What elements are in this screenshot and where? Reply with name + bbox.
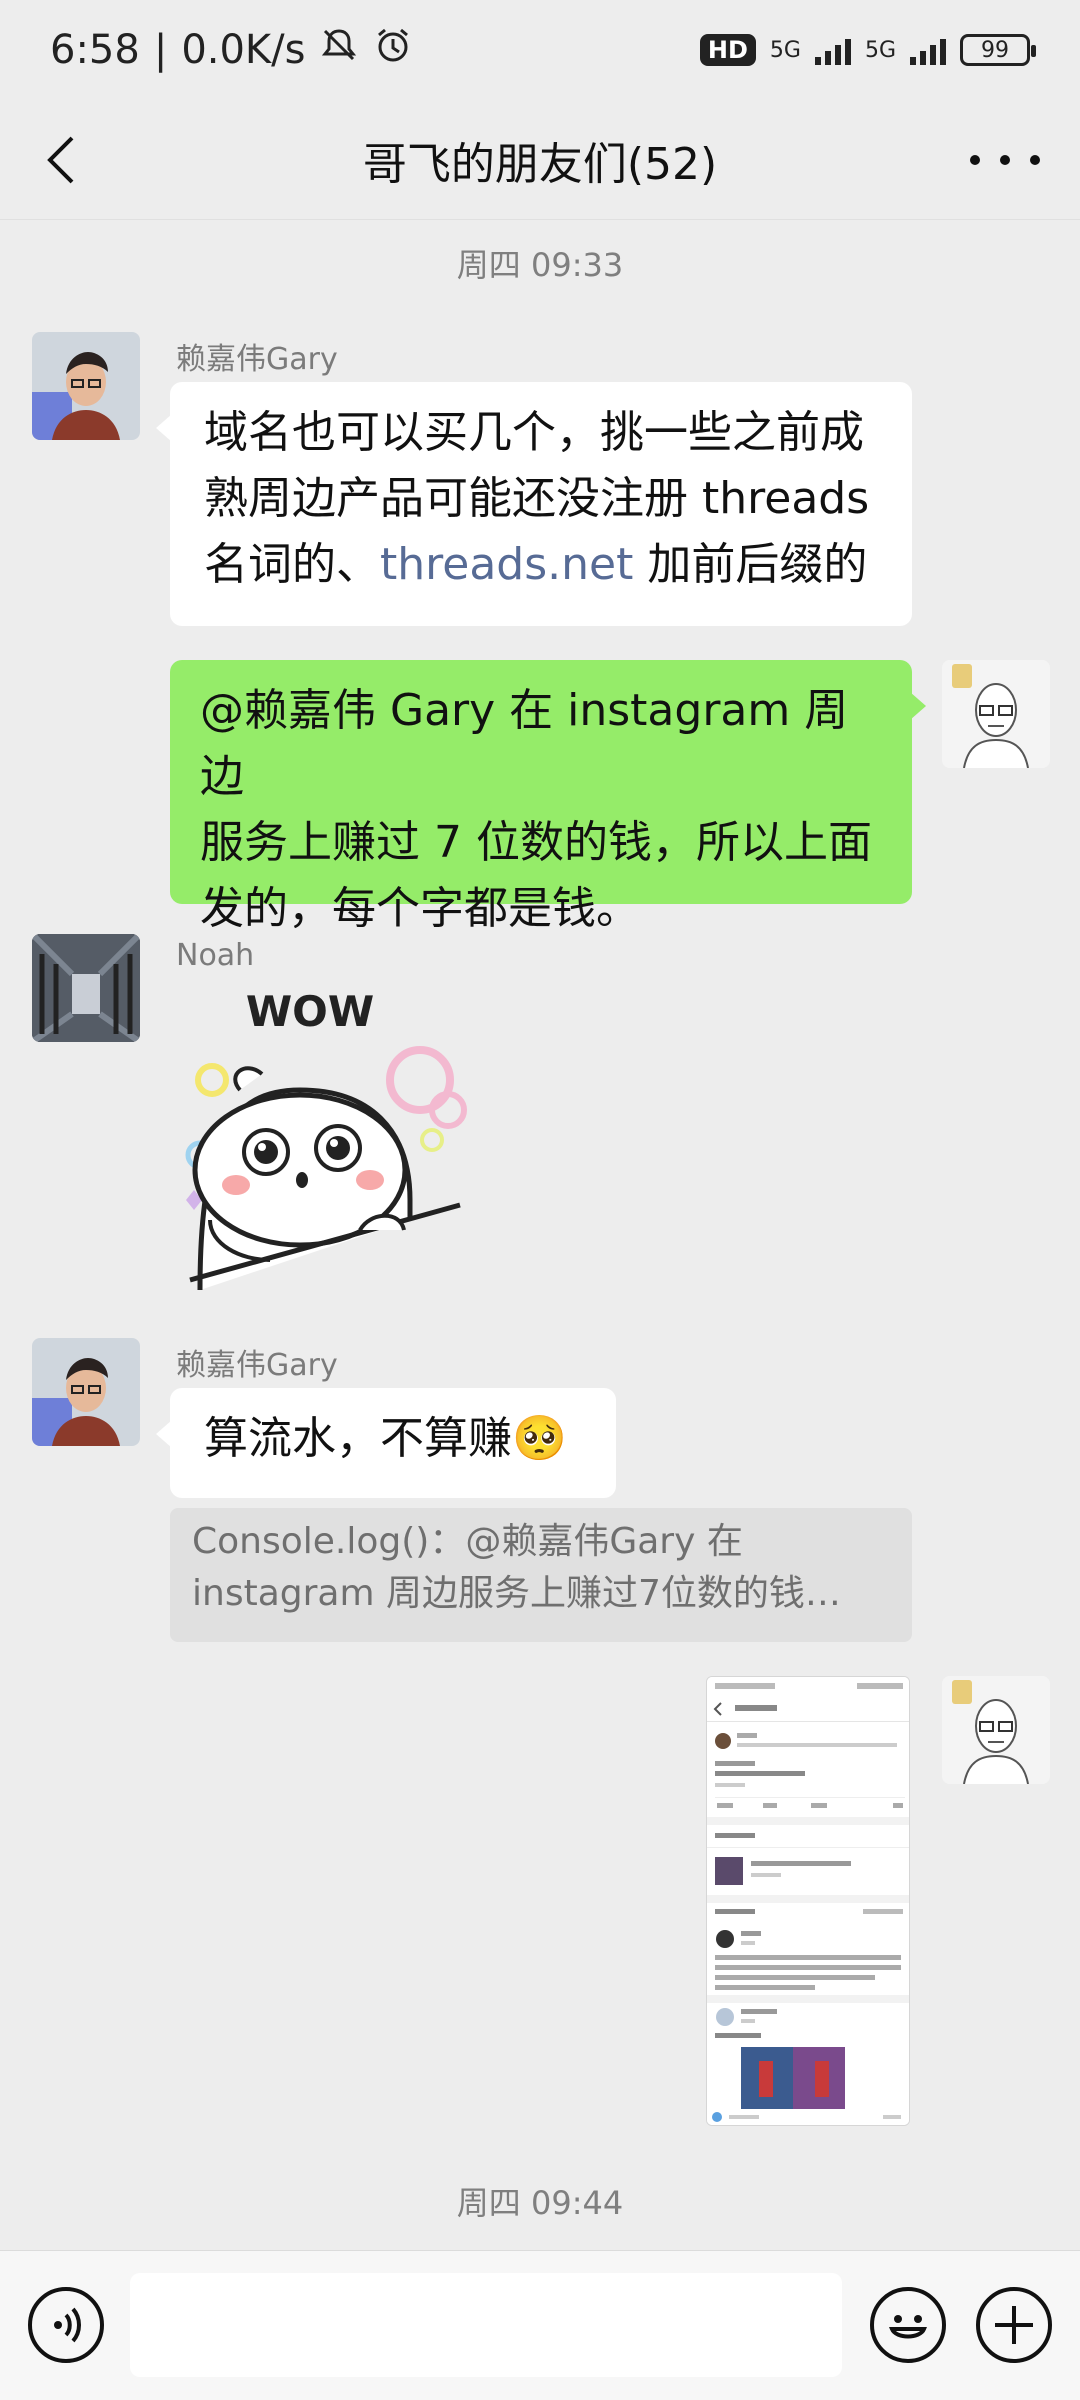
more-dot-icon [1000, 155, 1010, 165]
emoji-icon [889, 2315, 927, 2339]
sender-name: 赖嘉伟Gary [176, 342, 338, 377]
sender-name: Noah [176, 938, 255, 973]
message-bubble[interactable]: 域名也可以买几个，挑一些之前成 熟周边产品可能还没注册 threads 名词的、… [156, 382, 912, 626]
signal-icon-1 [814, 35, 851, 65]
chat-header: 哥飞的朋友们(52) [0, 100, 1080, 220]
plus-button[interactable] [976, 2287, 1052, 2363]
message-bubble-self[interactable]: @赖嘉伟 Gary 在 instagram 周边 服务上赚过 7 位数的钱，所以… [170, 660, 926, 934]
avatar-gary[interactable] [32, 1338, 140, 1446]
status-time: 6:58 [50, 27, 140, 73]
sender-name: 赖嘉伟Gary [176, 1348, 338, 1383]
hd-badge: HD [699, 34, 756, 66]
message-line: 发的，每个字都是钱。 [200, 883, 640, 934]
quoted-message[interactable]: Console.log()：@赖嘉伟Gary 在 instagram 周边服务上… [170, 1508, 912, 1642]
quote-line: Console.log()：@赖嘉伟Gary 在 [192, 1521, 743, 1562]
message-line: @赖嘉伟 Gary 在 instagram 周边 [200, 685, 849, 802]
sticker-image[interactable]: WOW [170, 987, 490, 1291]
signal-label-1: 5G [769, 37, 801, 63]
back-button[interactable] [30, 130, 90, 190]
timestamp: 周四 09:44 [456, 2184, 624, 2222]
more-dot-icon [1030, 155, 1040, 165]
message-input[interactable] [130, 2273, 842, 2377]
message-line: 域名也可以买几个，挑一些之前成 [204, 407, 864, 458]
timestamp: 周四 09:33 [456, 246, 624, 284]
message-text: 加前后缀的 [633, 539, 868, 590]
message-line: 算流水，不算赚🥺 [204, 1413, 567, 1464]
plus-icon [995, 2306, 1033, 2344]
status-divider: | [153, 27, 168, 73]
sticker-wow-text: WOW [246, 990, 374, 1036]
message-text: 名词的、 [204, 539, 380, 590]
message-bubble[interactable]: 算流水，不算赚🥺 [156, 1388, 616, 1498]
chevron-left-icon [47, 136, 74, 184]
emoji-button[interactable] [870, 2287, 946, 2363]
image-message[interactable] [706, 1676, 910, 2126]
more-dot-icon [970, 155, 980, 165]
alarm-icon [373, 25, 413, 75]
avatar-noah[interactable] [32, 934, 140, 1042]
avatar-self[interactable] [942, 660, 1050, 768]
signal-icon-2 [910, 35, 946, 65]
status-bar: 6:58 | 0.0K/s HD 5G 5G 99 [0, 0, 1080, 100]
chat-title: 哥飞的朋友们(52) [362, 138, 718, 190]
message-line: 名词的、threads.net 加前后缀的 [204, 532, 878, 598]
threads-link[interactable]: threads.net [380, 539, 633, 590]
network-speed: 0.0K/s [181, 27, 306, 73]
quote-line: instagram 周边服务上赚过7位数的钱… [192, 1573, 841, 1614]
battery-icon: 99 [960, 34, 1036, 66]
voice-button[interactable] [28, 2287, 104, 2363]
message-input-bar [0, 2250, 1080, 2400]
message-line: 服务上赚过 7 位数的钱，所以上面 [200, 817, 872, 868]
avatar-self[interactable] [942, 1676, 1050, 1784]
mute-icon [319, 25, 359, 75]
signal-label-2: 5G [864, 37, 896, 63]
more-options-button[interactable] [970, 140, 1040, 180]
message-line: 熟周边产品可能还没注册 threads [204, 473, 870, 524]
avatar-gary[interactable] [32, 332, 140, 440]
voice-icon [54, 2307, 81, 2343]
